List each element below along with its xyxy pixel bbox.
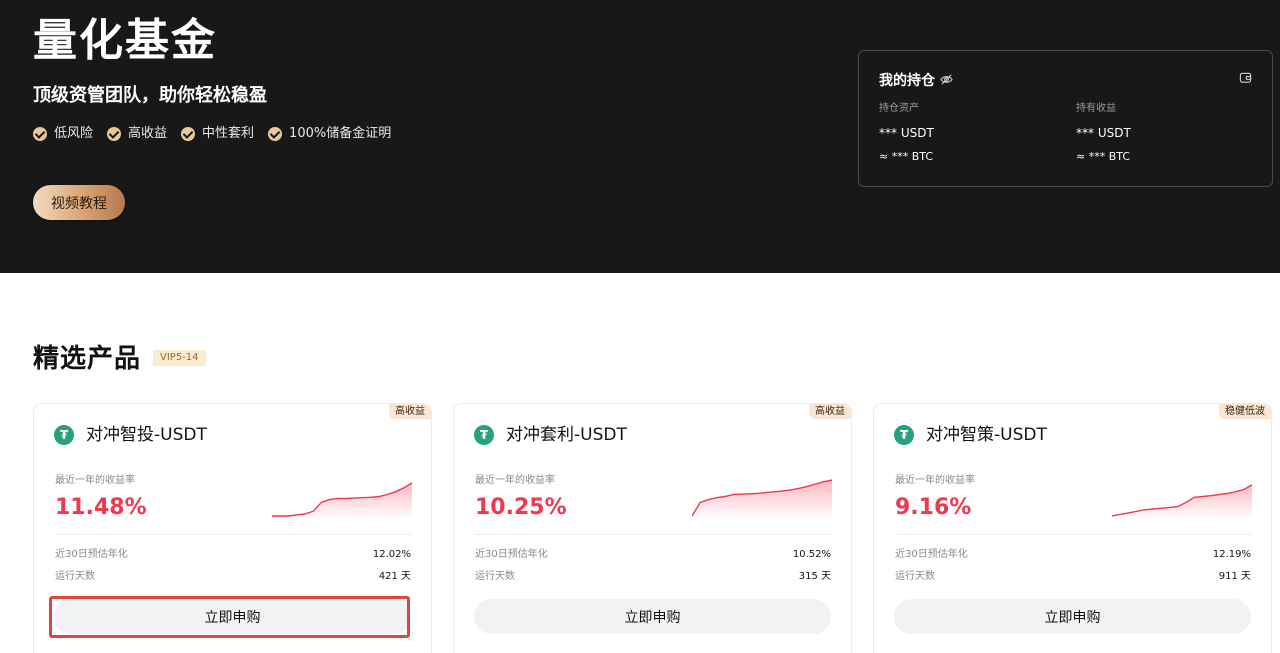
divider: [895, 534, 1251, 535]
rate-label: 最近一年的收益率: [55, 475, 135, 486]
vip-badge: VIP5-14: [153, 350, 206, 366]
subscribe-button[interactable]: 立即申购: [894, 599, 1251, 634]
product-tag: 稳健低波: [1219, 404, 1271, 419]
feature-label: 低风险: [54, 126, 94, 141]
hero-subtitle: 顶级资管团队，助你轻松稳盈: [33, 85, 267, 106]
tether-icon: ₮: [474, 425, 494, 445]
apy-value: 12.19%: [1212, 549, 1251, 560]
days-label: 运行天数: [895, 571, 935, 582]
position-column: 持仓资产 *** USDT ≈ *** BTC: [879, 102, 934, 165]
eye-hidden-icon[interactable]: [940, 73, 953, 86]
subscribe-button[interactable]: 立即申购: [474, 599, 831, 634]
rate-label: 最近一年的收益率: [895, 475, 975, 486]
rate-value: 10.25%: [475, 495, 567, 520]
check-icon: [181, 127, 196, 141]
return-sparkline: [1112, 484, 1252, 519]
tether-icon: ₮: [54, 425, 74, 445]
holdings-panel: 我的持仓 持仓资产 *** USDT ≈ *** BTC 持有收益 *** US…: [858, 50, 1273, 187]
product-tag: 高收益: [809, 404, 851, 419]
sparkline-area: [272, 482, 412, 519]
section-title: 精选产品: [33, 344, 142, 374]
apy-label: 近30日预估年化: [55, 549, 128, 560]
video-tutorial-button[interactable]: 视频教程: [33, 185, 125, 220]
tether-icon: ₮: [894, 425, 914, 445]
feature-item: 低风险: [33, 125, 93, 143]
holdings-title: 我的持仓: [879, 73, 935, 89]
rate-value: 11.48%: [55, 495, 147, 520]
product-card[interactable]: 稳健低波 ₮ 对冲智策-USDT 最近一年的收益率 9.16% 近30日预估年化…: [873, 403, 1272, 653]
product-card[interactable]: 高收益 ₮ 对冲套利-USDT 最近一年的收益率 10.25% 近30日预估年化…: [453, 403, 852, 653]
feature-label: 100%储备金证明: [289, 126, 392, 141]
product-tag: 高收益: [389, 404, 431, 419]
profit-btc: ≈ *** BTC: [1076, 150, 1131, 163]
check-icon: [268, 127, 283, 141]
divider: [55, 534, 411, 535]
subscribe-button[interactable]: 立即申购: [54, 599, 411, 634]
hero-banner: 量化基金 顶级资管团队，助你轻松稳盈 低风险 高收益 中性套利 100%储备金证…: [0, 0, 1280, 273]
product-title[interactable]: 对冲智策-USDT: [926, 422, 1047, 448]
apy-label: 近30日预估年化: [475, 549, 548, 560]
return-sparkline: [692, 479, 832, 519]
days-label: 运行天数: [475, 571, 515, 582]
feature-item: 100%储备金证明: [268, 125, 391, 143]
feature-list: 低风险 高收益 中性套利 100%储备金证明: [33, 125, 405, 143]
divider: [475, 534, 831, 535]
days-value: 315 天: [798, 571, 831, 582]
feature-label: 高收益: [128, 126, 168, 141]
days-label: 运行天数: [55, 571, 95, 582]
product-title[interactable]: 对冲智投-USDT: [86, 422, 207, 448]
check-icon: [107, 127, 122, 141]
page-title: 量化基金: [33, 15, 217, 66]
apy-label: 近30日预估年化: [895, 549, 968, 560]
position-value: *** USDT: [879, 126, 934, 140]
rate-label: 最近一年的收益率: [475, 475, 555, 486]
feature-item: 高收益: [107, 125, 167, 143]
product-title[interactable]: 对冲套利-USDT: [506, 422, 627, 448]
feature-item: 中性套利: [181, 125, 254, 143]
wallet-icon[interactable]: [1239, 71, 1252, 84]
check-icon: [33, 127, 47, 141]
profit-label: 持有收益: [1076, 103, 1116, 114]
product-card[interactable]: 高收益 ₮ 对冲智投-USDT 最近一年的收益率 11.48% 近30日预估年化…: [33, 403, 432, 653]
sparkline-area: [1112, 484, 1252, 519]
position-btc: ≈ *** BTC: [879, 150, 934, 163]
days-value: 911 天: [1218, 571, 1251, 582]
apy-value: 12.02%: [372, 549, 411, 560]
return-sparkline: [272, 482, 412, 519]
position-label: 持仓资产: [879, 103, 919, 114]
days-value: 421 天: [378, 571, 411, 582]
rate-value: 9.16%: [895, 495, 972, 520]
feature-label: 中性套利: [202, 126, 255, 141]
profit-column: 持有收益 *** USDT ≈ *** BTC: [1076, 102, 1131, 165]
profit-value: *** USDT: [1076, 126, 1131, 140]
apy-value: 10.52%: [792, 549, 831, 560]
